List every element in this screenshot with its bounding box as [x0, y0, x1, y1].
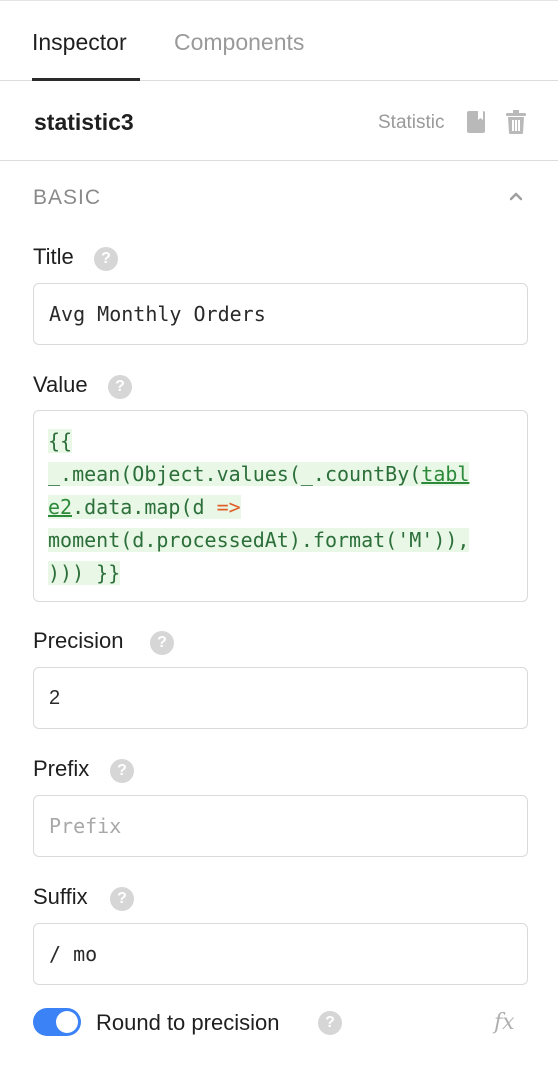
code-line: {{: [48, 425, 513, 458]
round-to-precision-toggle[interactable]: [33, 1008, 81, 1036]
component-type-label: Statistic: [378, 112, 445, 133]
round-to-precision-label: Round to precision: [96, 1010, 280, 1035]
precision-input[interactable]: [34, 668, 527, 728]
suffix-field-wrapper: [33, 923, 528, 985]
prefix-field-wrapper: [33, 795, 528, 857]
code-token: _.mean(Object.values(_.countBy(: [48, 462, 422, 486]
code-token: .data.map(d: [72, 495, 217, 519]
help-icon[interactable]: ?: [94, 247, 118, 271]
component-header: statistic3 Statistic: [0, 81, 558, 161]
inspector-tabs: Inspector Components: [0, 0, 558, 81]
code-reference-token[interactable]: e2: [48, 495, 73, 519]
code-line: moment(d.processedAt).format('M')),: [48, 524, 513, 557]
trash-icon[interactable]: [505, 109, 527, 135]
value-label: Value: [33, 372, 88, 397]
code-arrow-token: =>: [216, 495, 241, 519]
prefix-label: Prefix: [33, 756, 90, 781]
help-icon[interactable]: ?: [318, 1011, 342, 1035]
code-line: ))) }}: [48, 557, 513, 590]
value-code-editor[interactable]: {{ _.mean(Object.values(_.countBy(tabl e…: [33, 410, 528, 602]
title-input[interactable]: [34, 284, 527, 344]
code-line: e2.data.map(d =>: [48, 491, 513, 524]
suffix-label: Suffix: [33, 884, 88, 909]
code-token: moment(d.processedAt).format('M')),: [48, 528, 470, 552]
tab-components[interactable]: Components: [174, 29, 304, 56]
component-name[interactable]: statistic3: [34, 109, 134, 136]
title-field-wrapper: [33, 283, 528, 345]
chevron-up-icon[interactable]: [506, 188, 526, 204]
prefix-input[interactable]: [34, 796, 527, 856]
code-reference-token[interactable]: tabl: [421, 462, 470, 486]
book-icon[interactable]: [465, 110, 487, 134]
precision-label: Precision: [33, 628, 124, 653]
code-token: {{: [48, 429, 73, 453]
help-icon[interactable]: ?: [110, 759, 134, 783]
help-icon[interactable]: ?: [150, 631, 174, 655]
fx-icon[interactable]: fx: [494, 1010, 515, 1035]
code-line: _.mean(Object.values(_.countBy(tabl: [48, 458, 513, 491]
help-icon[interactable]: ?: [108, 375, 132, 399]
suffix-input[interactable]: [34, 924, 527, 984]
code-token: ))) }}: [48, 561, 121, 585]
toggle-knob: [56, 1011, 78, 1033]
section-title-basic[interactable]: BASIC: [33, 186, 101, 210]
help-icon[interactable]: ?: [110, 887, 134, 911]
title-label: Title: [33, 244, 74, 269]
tab-inspector[interactable]: Inspector: [32, 29, 127, 56]
precision-field-wrapper: [33, 667, 528, 729]
